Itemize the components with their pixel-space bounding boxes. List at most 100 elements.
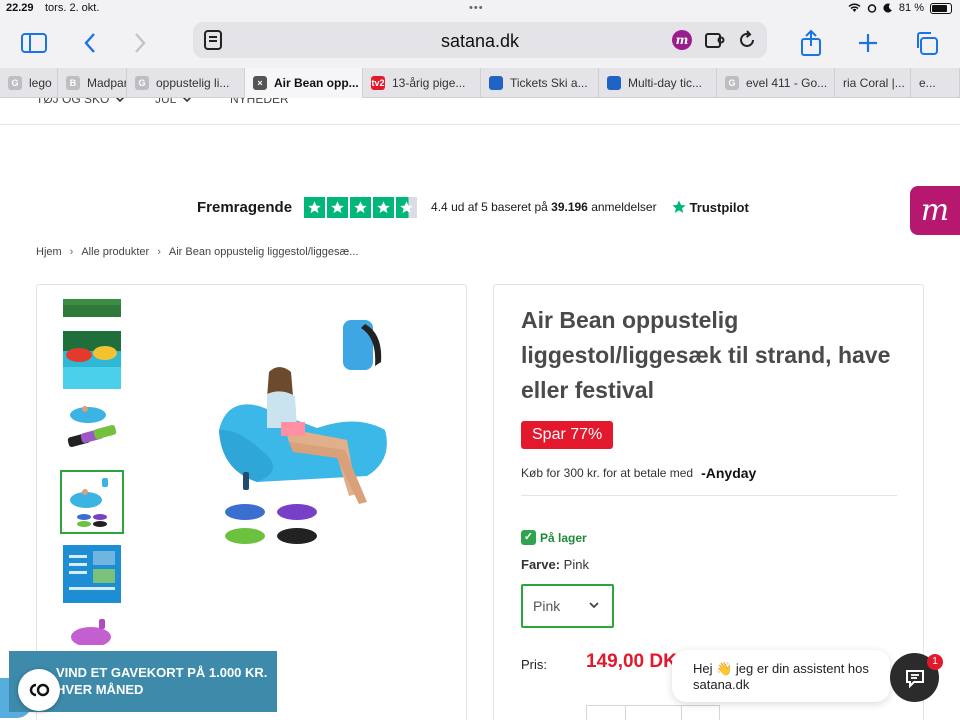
tab-label: oppustelig li...: [156, 76, 230, 90]
star-icon: [327, 196, 349, 218]
trustpilot-brand: Trustpilot: [671, 199, 749, 215]
tab-label: evel 411 - Go...: [746, 76, 828, 90]
back-button[interactable]: [75, 28, 105, 58]
multitasking-dots-icon[interactable]: •••: [469, 2, 484, 14]
gallery-thumbnail-selected[interactable]: [60, 470, 124, 534]
breadcrumb: Hjem › Alle produkter › Air Bean oppuste…: [36, 246, 358, 258]
side-m-widget-button[interactable]: m: [910, 186, 960, 235]
gallery-thumbnail[interactable]: [63, 545, 121, 603]
forward-button[interactable]: [125, 28, 155, 58]
trustpilot-reviews-suffix: anmeldelser: [591, 200, 657, 214]
stock-label: På lager: [540, 530, 587, 545]
reload-icon[interactable]: [736, 29, 758, 51]
tab-label: e...: [919, 76, 936, 90]
browser-tab[interactable]: Goppustelig li...: [127, 68, 245, 98]
browser-tab[interactable]: tv2 13-årig pige...: [363, 68, 481, 98]
sidebar-toggle-button[interactable]: [19, 28, 49, 58]
browser-tab[interactable]: B Madpar: [58, 68, 127, 98]
anyday-logo: -Anyday: [701, 465, 757, 481]
tab-favicon-icon: [489, 76, 503, 90]
trustpilot-review-count: 39.196: [551, 200, 588, 214]
sidebar-icon: [21, 33, 47, 53]
nav-item-toj-og-sko[interactable]: TØJ OG SKO: [36, 98, 125, 106]
tab-label: lego: [29, 76, 52, 90]
nav-item-label: NYHEDER: [230, 98, 289, 106]
main-product-image[interactable]: [197, 310, 425, 552]
alarm-icon: [867, 4, 877, 13]
chevron-down-icon: [183, 98, 192, 103]
quantity-divider: [625, 706, 626, 720]
chevron-left-icon: [84, 33, 95, 53]
address-bar[interactable]: satana.dk m: [193, 22, 767, 58]
plus-icon: [859, 34, 877, 52]
browser-window: 22.29 tors. 2. okt. ••• 81 % satana.dk m: [0, 0, 960, 720]
discount-badge: Spar 77%: [521, 421, 614, 449]
gallery-thumbnail[interactable]: [63, 615, 121, 645]
trustpilot-widget[interactable]: Fremragende 4.4 ud af 5 baseret på 39.19…: [197, 195, 749, 219]
browser-tab[interactable]: Tickets Ski a...: [481, 68, 599, 98]
safari-toolbar: satana.dk m: [0, 18, 960, 68]
nav-item-nyheder[interactable]: NYHEDER: [230, 98, 289, 106]
chevron-down-icon: [589, 602, 599, 609]
status-bar: 22.29 tors. 2. okt. ••• 81 %: [0, 0, 960, 18]
color-label-text: Farve:: [521, 557, 561, 572]
moon-icon: [883, 3, 892, 13]
promo-line-1: VIND ET GAVEKORT PÅ 1.000 KR.: [56, 665, 268, 680]
browser-tab[interactable]: Gevel 411 - Go...: [717, 68, 835, 98]
battery-fill: [932, 4, 947, 12]
anyday-info: Køb for 300 kr. for at betale med -Anyda…: [521, 465, 756, 481]
gallery-thumbnail[interactable]: [63, 331, 121, 389]
check-icon: ✓: [521, 530, 536, 545]
tab-bar: Glego B Madpar Goppustelig li... × Air Bean o…: [0, 68, 960, 98]
stock-status: ✓ På lager: [521, 530, 587, 545]
browser-tab[interactable]: e...: [911, 68, 960, 98]
browser-tab[interactable]: Glego: [0, 68, 58, 98]
gallery-thumbnail[interactable]: [63, 299, 121, 317]
product-title: Air Bean oppustelig liggestol/liggesæk t…: [521, 307, 891, 403]
share-button[interactable]: [796, 28, 826, 58]
wifi-icon: [848, 3, 861, 12]
divider: [521, 495, 897, 496]
chevron-down-icon: [116, 98, 125, 103]
new-tab-button[interactable]: [853, 28, 883, 58]
star-icon: [350, 196, 372, 218]
tab-label: Multi-day tic...: [628, 76, 703, 90]
tabs-overview-button[interactable]: [911, 28, 941, 58]
anyday-text: Køb for 300 kr. for at betale med: [521, 466, 694, 480]
promo-text: VIND ET GAVEKORT PÅ 1.000 KR. HVER MÅNED: [56, 664, 267, 698]
promo-logo-icon[interactable]: [18, 669, 60, 711]
trustpilot-stars: [304, 196, 418, 218]
browser-tab[interactable]: Multi-day tic...: [599, 68, 717, 98]
tab-favicon-icon: G: [725, 76, 739, 90]
status-time: 22.29: [6, 2, 34, 14]
tab-favicon-icon: B: [66, 76, 80, 90]
star-icon: [373, 196, 395, 218]
color-select-value: Pink: [533, 598, 561, 614]
chat-notification-badge: 1: [927, 654, 943, 670]
chat-greeting-line-1: Hej 👋 jeg er din assistent hos: [693, 661, 869, 676]
breadcrumb-all-products[interactable]: Alle produkter: [81, 246, 149, 258]
trustpilot-label: Fremragende: [197, 198, 293, 216]
tab-favicon-icon: G: [135, 76, 149, 90]
battery-percent: 81 %: [898, 2, 924, 14]
tab-favicon-icon: ×: [253, 76, 267, 90]
chevron-right-icon: ›: [69, 246, 74, 258]
chevron-right-icon: [135, 33, 146, 53]
quantity-stepper[interactable]: [586, 705, 720, 720]
nav-item-jul[interactable]: JUL: [155, 98, 192, 106]
trustpilot-summary: 4.4 ud af 5 baseret på 39.196 anmeldelse…: [431, 200, 657, 214]
color-label: Farve: Pink: [521, 557, 589, 572]
color-select[interactable]: Pink: [521, 584, 614, 628]
browser-tab[interactable]: ria Coral |...: [835, 68, 911, 98]
extension-puzzle-icon[interactable]: [703, 29, 725, 51]
browser-tab[interactable]: × Air Bean opp...: [245, 68, 363, 98]
breadcrumb-home[interactable]: Hjem: [36, 246, 62, 258]
chat-greeting-bubble[interactable]: Hej 👋 jeg er din assistent hos satana.dk: [672, 650, 890, 702]
star-half-icon: [396, 196, 418, 218]
gallery-thumbnail[interactable]: [63, 397, 121, 455]
tab-favicon-icon: [607, 76, 621, 90]
trustpilot-rating-text: 4.4 ud af 5 baseret på: [431, 200, 548, 214]
extension-m-icon[interactable]: m: [672, 30, 692, 50]
status-date: tors. 2. okt.: [45, 2, 100, 14]
battery-icon: [930, 2, 952, 14]
